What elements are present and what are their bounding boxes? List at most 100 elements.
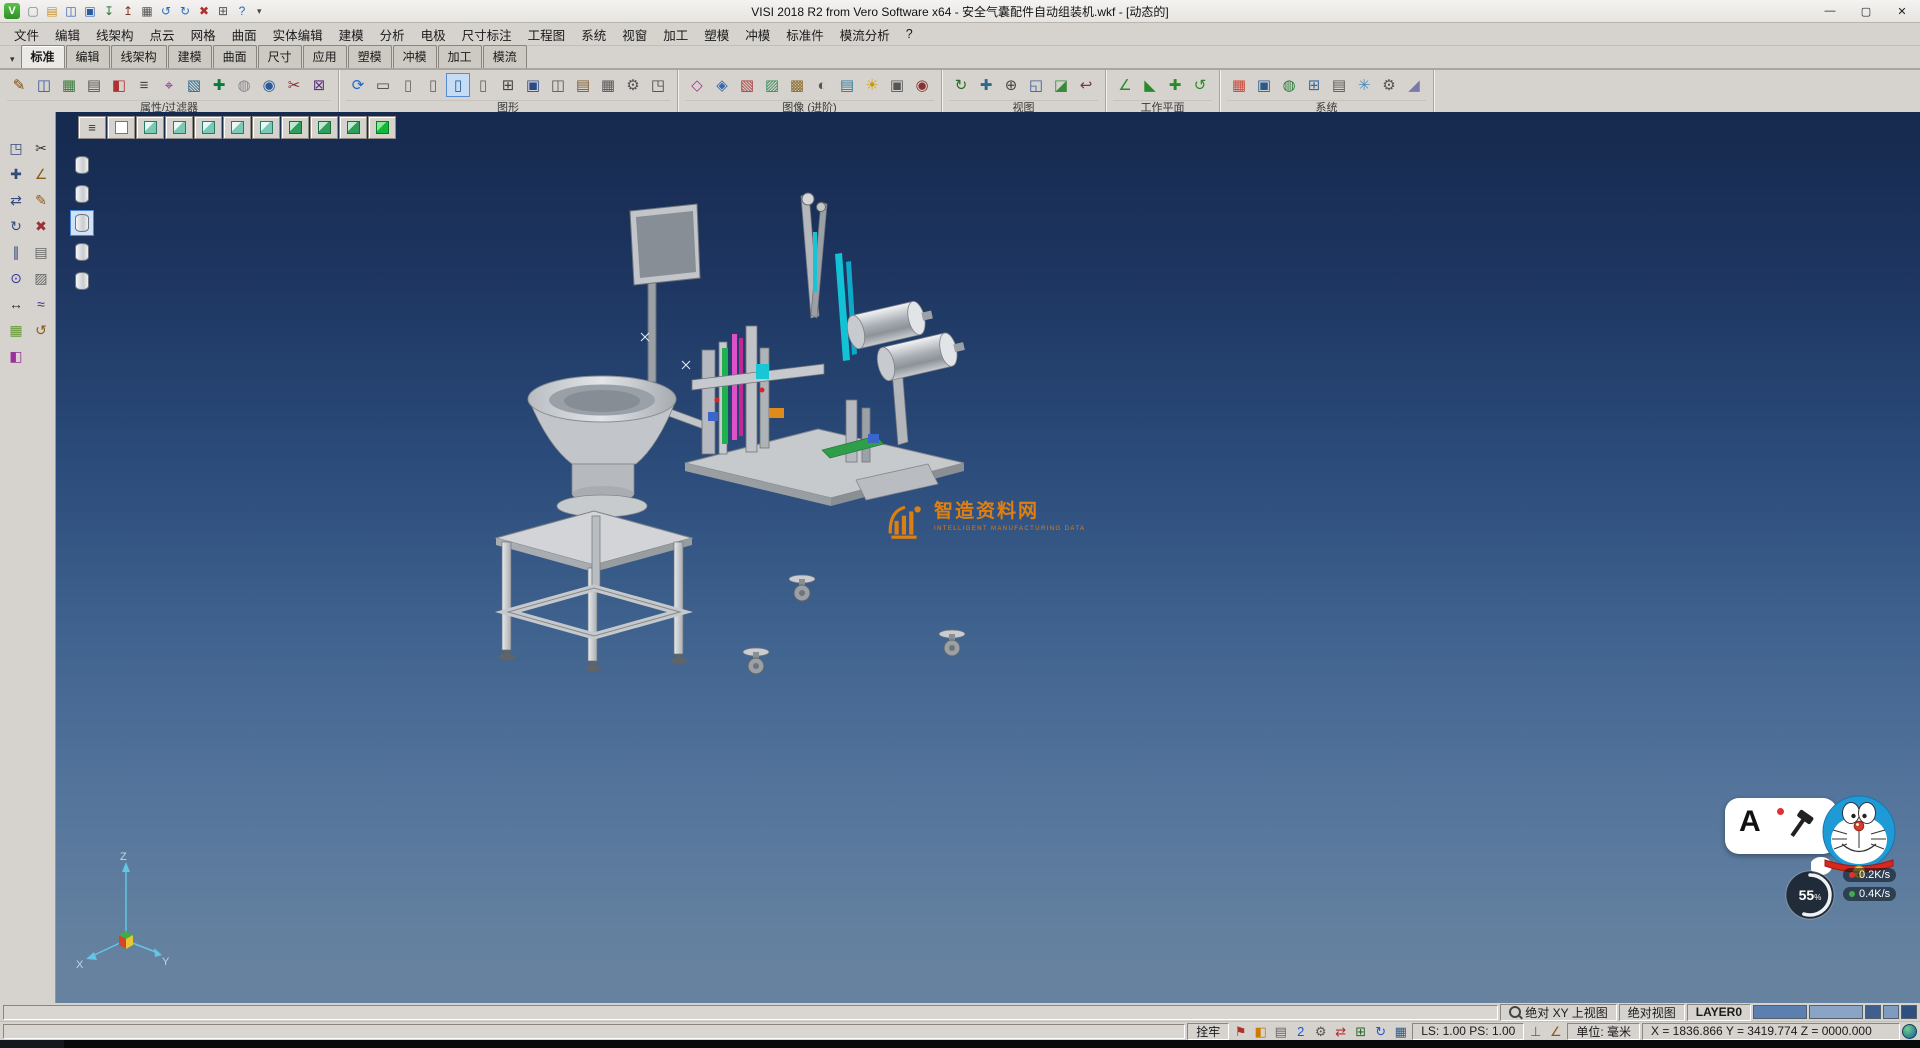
render-hidden-line-icon[interactable]: ◈ [710,73,734,97]
menu-help[interactable]: ? [898,25,921,43]
globe-status-icon[interactable] [1902,1024,1917,1039]
qat-save-all-icon[interactable]: ▣ [81,2,99,20]
angle-measure-icon[interactable]: ∠ [29,162,53,186]
color-filter-icon[interactable]: ◧ [107,73,131,97]
view-iso-nw-icon[interactable] [310,116,338,139]
absolute-view-panel[interactable]: 绝对视图 [1619,1004,1685,1021]
calculator-icon[interactable]: ▤ [1327,73,1351,97]
group-box-icon[interactable]: ▦ [596,73,620,97]
shading-mode-icon[interactable]: ▯ [446,73,470,97]
maximize-button[interactable]: ▢ [1848,0,1884,22]
tab-flow[interactable]: 模流 [483,45,527,68]
qat-print-icon[interactable]: ▦ [138,2,156,20]
status-snap-icon[interactable]: ⊥ [1526,1023,1545,1040]
frame-display-icon[interactable]: ◫ [546,73,570,97]
render-materials-icon[interactable]: ▨ [760,73,784,97]
swatch-1[interactable] [1865,1005,1881,1019]
menu-die[interactable]: 冲模 [737,23,778,46]
render-shaded-icon[interactable]: ▧ [735,73,759,97]
model-stand[interactable] [496,511,692,672]
table-settings-icon[interactable]: ⊞ [1302,73,1326,97]
qat-dropdown-caret[interactable]: ▾ [251,6,268,17]
layer-manager-icon[interactable]: ▤ [82,73,106,97]
move-icon[interactable]: ✚ [4,162,28,186]
redraw-icon[interactable]: ⟳ [346,73,370,97]
desktop-assistant-widget[interactable]: A [1725,788,1920,923]
palette-icon[interactable]: ◧ [4,344,28,368]
viewport-3d[interactable]: Z X Y ≡ [56,112,1920,1003]
workplane-xy-icon[interactable]: ∠ [1113,73,1137,97]
status-refresh-icon[interactable]: ↻ [1371,1023,1390,1040]
menu-flow-analysis[interactable]: 模流分析 [832,23,898,46]
menu-system[interactable]: 系统 [573,23,614,46]
quick-select-icon[interactable]: ✚ [207,73,231,97]
column-display-3-icon[interactable]: ▯ [471,73,495,97]
render-texture-icon[interactable]: ▩ [785,73,809,97]
front-view-icon[interactable]: ◱ [1024,73,1048,97]
tab-surface[interactable]: 曲面 [213,45,257,68]
background-color-icon[interactable]: ▤ [835,73,859,97]
light-settings-icon[interactable]: ☀ [860,73,884,97]
menu-wireframe[interactable]: 线架构 [88,23,142,46]
qat-calculator-icon[interactable]: ⊞ [214,2,232,20]
tab-machining[interactable]: 加工 [438,45,482,68]
qat-export-icon[interactable]: ↥ [119,2,137,20]
menu-electrode[interactable]: 电极 [413,23,454,46]
layer-color-bar-2[interactable] [1809,1005,1863,1019]
menu-standard-parts[interactable]: 标准件 [778,23,832,46]
tab-edit[interactable]: 编辑 [66,45,110,68]
ramp-icon[interactable]: ◢ [1402,73,1426,97]
menu-mesh[interactable]: 网格 [183,23,224,46]
qat-open-icon[interactable]: ▤ [43,2,61,20]
globe-icon[interactable]: ◍ [1277,73,1301,97]
minimize-button[interactable]: — [1812,0,1848,22]
command-prompt-field[interactable] [3,1024,1185,1039]
menu-analysis[interactable]: 分析 [372,23,413,46]
layer-color-bar-1[interactable] [1753,1005,1807,1019]
camera-icon[interactable]: ▣ [885,73,909,97]
percent-gauge[interactable]: 55% [1783,868,1837,925]
status-axes-icon[interactable]: ∠ [1546,1023,1565,1040]
column-display-icon[interactable]: ▯ [396,73,420,97]
previous-view-icon[interactable]: ↩ [1074,73,1098,97]
snowflake-icon[interactable]: ✳ [1352,73,1376,97]
view-back-icon[interactable] [252,116,280,139]
zoom-window-icon[interactable]: ◳ [4,136,28,160]
match-properties-icon[interactable]: ▦ [57,73,81,97]
workplane-from-view-icon[interactable]: ✚ [1163,73,1187,97]
display-slot-3-icon[interactable] [70,210,94,236]
hide-elements-icon[interactable]: ◍ [232,73,256,97]
menu-dimensioning[interactable]: 尺寸标注 [454,23,520,46]
scissors-icon[interactable]: ✂ [29,136,53,160]
grid-display-icon[interactable]: ⊞ [496,73,520,97]
status-gear-icon[interactable]: ⚙ [1311,1023,1330,1040]
menu-modeling[interactable]: 建模 [331,23,372,46]
monitor-settings-icon[interactable]: ▣ [1252,73,1276,97]
selection-mask-icon[interactable]: ▧ [182,73,206,97]
swatch-2[interactable] [1883,1005,1899,1019]
close-button[interactable]: ✕ [1884,0,1920,22]
iso-view-icon[interactable]: ◪ [1049,73,1073,97]
sheet-icon[interactable]: ▤ [29,240,53,264]
tab-standard[interactable]: 标准 [21,45,65,68]
show-all-icon[interactable]: ◉ [257,73,281,97]
view-left-icon[interactable] [223,116,251,139]
status-doc-icon[interactable]: ▤ [1271,1023,1290,1040]
render-wireframe-icon[interactable]: ◇ [685,73,709,97]
point-icon[interactable]: ⊙ [4,266,28,290]
color-palette-icon[interactable]: ▦ [1227,73,1251,97]
display-slot-5-icon[interactable] [70,268,94,294]
workplane-3point-icon[interactable]: ◣ [1138,73,1162,97]
tab-wireframe[interactable]: 线架构 [111,45,167,68]
menu-mould[interactable]: 塑模 [696,23,737,46]
style-filter-icon[interactable]: ≡ [132,73,156,97]
qat-import-icon[interactable]: ↧ [100,2,118,20]
model-lift-mast[interactable] [801,193,827,318]
menu-edit[interactable]: 编辑 [47,23,88,46]
view-iso-se-icon[interactable] [339,116,367,139]
system-settings-icon[interactable]: ⚙ [1377,73,1401,97]
erase-elements-icon[interactable]: ✂ [282,73,306,97]
zoom-all-icon[interactable]: ▭ [371,73,395,97]
view-status-panel[interactable]: 绝对 XY 上视图 [1500,1004,1616,1021]
menu-file[interactable]: 文件 [6,23,47,46]
